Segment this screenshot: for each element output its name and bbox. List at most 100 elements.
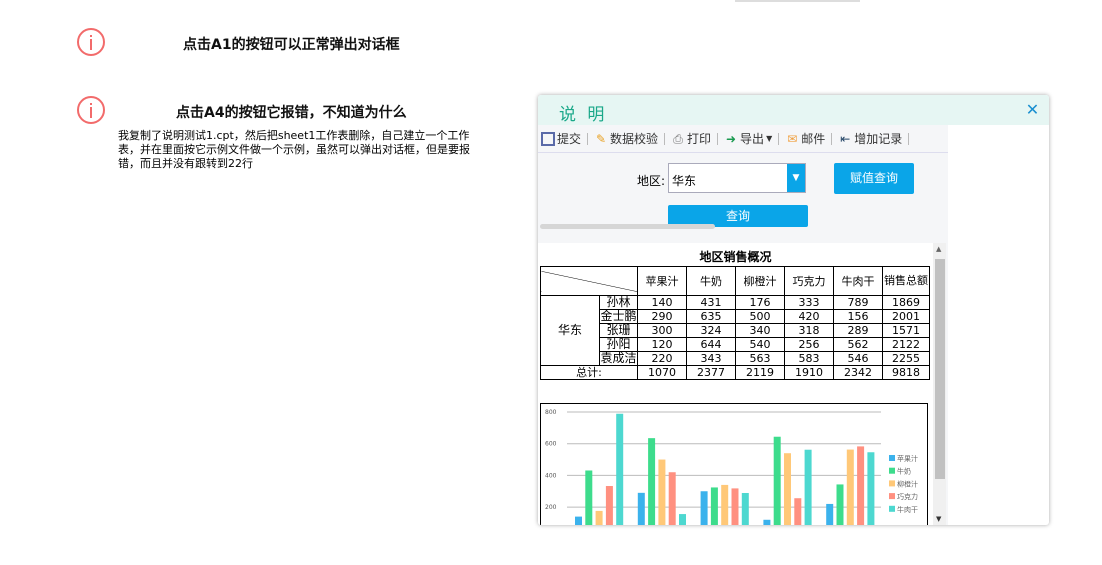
vertical-scrollbar[interactable]: ▲ ▼ [933, 243, 946, 525]
value-cell: 290 [637, 309, 687, 324]
bar [741, 492, 749, 525]
value-cell: 140 [637, 295, 687, 310]
top-edge [735, 0, 860, 2]
bar [700, 491, 708, 525]
assign-query-button[interactable]: 赋值查询 [834, 163, 914, 194]
email-button[interactable]: ✉ 邮件 [785, 130, 825, 147]
total-row: 总计: 1070 2377 2119 1910 2342 9818 [540, 365, 930, 380]
pencil-icon: ✎ [595, 131, 607, 146]
y-tick-label: 800 [545, 409, 557, 416]
value-cell: 318 [784, 323, 834, 338]
value-cell: 2122 [882, 337, 930, 352]
bar [668, 472, 676, 525]
value-cell: 431 [686, 295, 736, 310]
save-icon [541, 131, 555, 146]
value-cell: 635 [686, 309, 736, 324]
y-tick-label: 600 [545, 441, 557, 448]
header-cell: 牛肉干 [833, 266, 883, 296]
total-label: 总计: [540, 365, 638, 380]
dialog-title: 说 明 [559, 105, 608, 125]
person-cell: 孙林 [599, 295, 638, 310]
legend-label: 牛奶 [897, 467, 911, 476]
print-button[interactable]: ⎙ 打印 [671, 130, 711, 147]
sales-table: 苹果汁 牛奶 柳橙汁 巧克力 牛肉干 销售总额 华东 孙林 140 431 176 333… [540, 266, 930, 380]
person-cell: 张珊 [599, 323, 638, 338]
bar [773, 436, 781, 525]
legend-swatch [889, 505, 895, 512]
sales-chart: 800 600 400 200 苹果汁 牛奶 柳橙汁 巧克力 牛肉干 [540, 403, 928, 525]
scroll-up-icon[interactable]: ▲ [936, 245, 941, 253]
close-icon[interactable]: ✕ [1024, 101, 1041, 118]
region-cell: 华东 [540, 295, 600, 366]
bar [846, 449, 854, 525]
bar [763, 519, 771, 525]
header-cell: 苹果汁 [637, 266, 687, 296]
y-tick-label: 200 [545, 504, 557, 511]
value-cell: 289 [833, 323, 883, 338]
value-cell: 500 [735, 309, 785, 324]
bar [784, 453, 791, 525]
note-title-1: 点击A1的按钮可以正常弹出对话框 [183, 37, 400, 53]
y-tick-label: 400 [545, 472, 557, 479]
legend-label: 牛肉干 [897, 505, 918, 514]
legend-label: 巧克力 [897, 492, 918, 501]
chart-svg: 800 600 400 200 苹果汁牛奶柳橙汁巧克力牛肉干 [545, 409, 918, 525]
bar [616, 413, 624, 525]
bar [605, 486, 613, 525]
chevron-down-icon[interactable]: ▼ [787, 164, 805, 192]
legend-swatch [889, 467, 895, 474]
value-cell: 300 [637, 323, 687, 338]
diagonal-header-cell [540, 266, 638, 296]
bar [710, 487, 718, 525]
bar [721, 484, 729, 525]
submit-button[interactable]: 提交 [541, 130, 581, 147]
value-cell: 120 [637, 337, 687, 352]
total-cell: 9818 [882, 365, 930, 380]
bar [648, 438, 656, 525]
report-title: 地区销售概况 [699, 250, 772, 264]
table-row: 张珊 300 324 340 318 289 1571 [541, 323, 930, 338]
value-cell: 1571 [882, 323, 930, 338]
bar [836, 484, 844, 525]
value-cell: 540 [735, 337, 785, 352]
add-record-button[interactable]: ⇤ 增加记录 [838, 130, 902, 147]
bar [804, 449, 812, 525]
scroll-down-icon[interactable]: ▼ [936, 515, 941, 523]
bar [585, 470, 593, 525]
person-cell: 袁成洁 [599, 351, 638, 366]
mail-icon: ✉ [787, 131, 798, 146]
info-icon [77, 28, 105, 56]
table-row: 孙阳 120 644 540 256 562 2122 [541, 337, 930, 352]
bar [794, 498, 802, 525]
table-row: 华东 孙林 140 431 176 333 789 1869 [540, 295, 930, 366]
dialog-titlebar: 说 明 ✕ [538, 95, 1049, 125]
total-cell: 2377 [686, 365, 736, 380]
bar [637, 492, 645, 525]
header-cell: 牛奶 [686, 266, 736, 296]
person-cell: 金士鹏 [599, 309, 638, 324]
report-area: 地区销售概况 苹果汁 牛奶 柳橙汁 巧克力 牛肉干 销售总额 华东 孙林 140 43… [538, 243, 933, 525]
validate-button[interactable]: ✎ 数据校验 [594, 130, 658, 147]
legend-swatch [889, 493, 895, 500]
header-cell: 柳橙汁 [735, 266, 785, 296]
horizontal-scrollbar[interactable] [540, 224, 715, 229]
note-title-2: 点击A4的按钮它报错，不知道为什么 [176, 105, 407, 121]
value-cell: 420 [784, 309, 834, 324]
total-cell: 2342 [833, 365, 883, 380]
value-cell: 340 [735, 323, 785, 338]
value-cell: 1869 [882, 295, 930, 310]
export-button[interactable]: ➜ 导出 ▼ [724, 130, 772, 147]
value-cell: 2255 [882, 351, 930, 366]
bar [658, 459, 666, 525]
legend-swatch [889, 480, 895, 487]
region-select[interactable]: 华东 ▼ [668, 163, 806, 193]
note-description: 我复制了说明测试1.cpt，然后把sheet1工作表删除，自己建立一个工作表，并… [118, 129, 470, 170]
value-cell: 562 [833, 337, 883, 352]
person-cell: 孙阳 [599, 337, 638, 352]
region-label: 地区: [637, 174, 666, 188]
value-cell: 644 [686, 337, 736, 352]
scrollbar-thumb[interactable] [935, 259, 945, 479]
header-cell: 销售总额 [882, 266, 930, 296]
value-cell: 2001 [882, 309, 930, 324]
total-cell: 2119 [735, 365, 785, 380]
